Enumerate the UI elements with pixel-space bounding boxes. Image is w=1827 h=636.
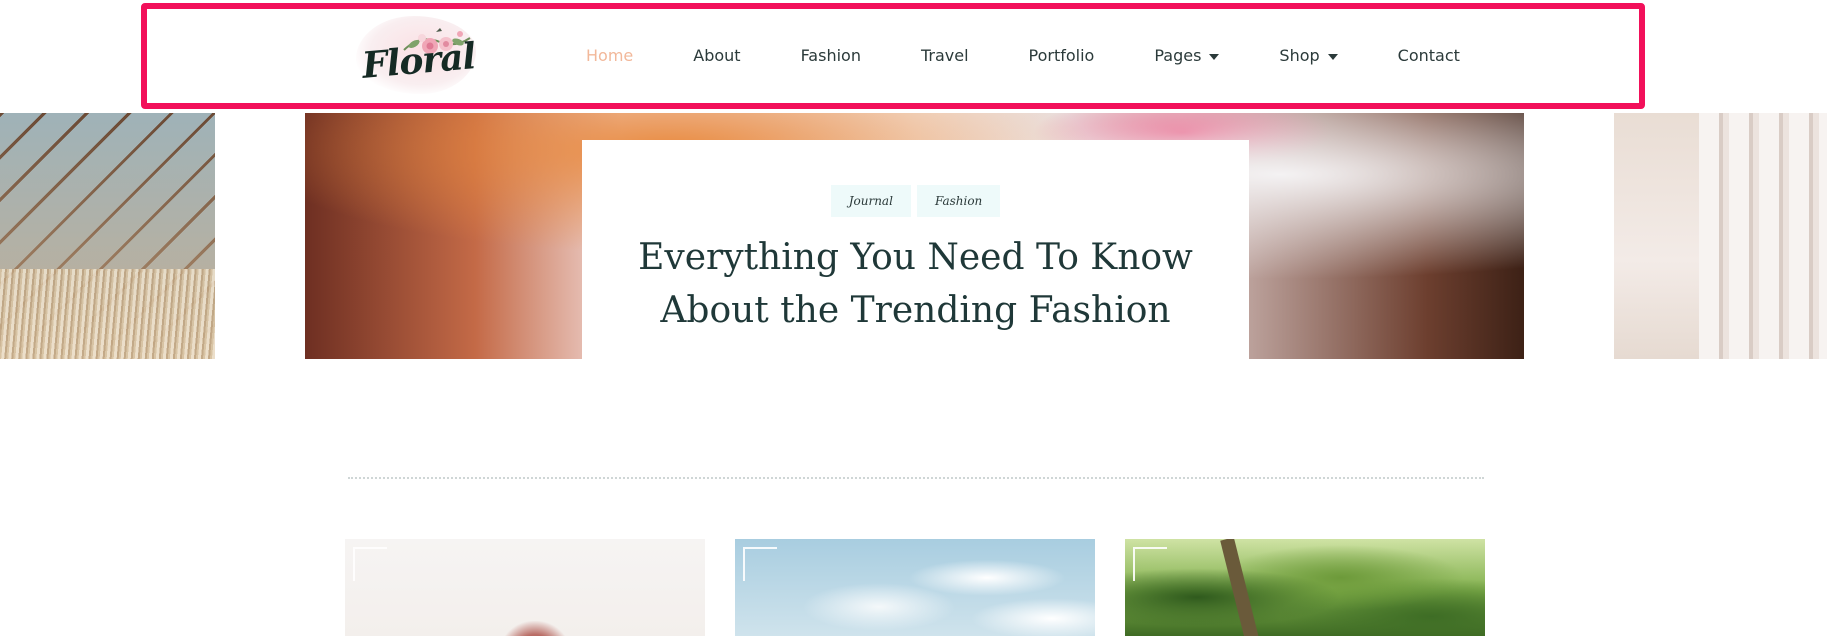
- nav-contact[interactable]: Contact: [1398, 46, 1460, 65]
- nav-home[interactable]: Home: [586, 46, 633, 65]
- nav-about-label: About: [693, 45, 741, 65]
- main-nav: Home About Fashion Travel Portfolio Page…: [586, 42, 1460, 68]
- palm-trunk-detail: [1220, 539, 1263, 636]
- hero-post-card: Journal Fashion Everything You Need To K…: [582, 140, 1249, 359]
- person-image-detail: [500, 621, 570, 636]
- nav-contact-label: Contact: [1397, 45, 1460, 65]
- site-header: Floral Home About Fashion Travel Portfol…: [0, 0, 1827, 113]
- post-card-image-2[interactable]: [735, 539, 1095, 636]
- nav-about[interactable]: About: [693, 46, 740, 65]
- nav-fashion[interactable]: Fashion: [801, 46, 861, 65]
- dotted-divider: [348, 477, 1484, 479]
- hero-slide-previous[interactable]: [0, 113, 215, 359]
- nav-shop[interactable]: Shop: [1279, 45, 1338, 65]
- chevron-down-icon: [1327, 53, 1338, 60]
- site-logo[interactable]: Floral: [352, 10, 482, 100]
- nav-travel-label: Travel: [920, 45, 969, 65]
- corner-frame-icon: [743, 547, 777, 581]
- tag-journal[interactable]: Journal: [830, 185, 911, 217]
- post-card-image-3[interactable]: [1125, 539, 1485, 636]
- nav-home-label: Home: [586, 45, 634, 65]
- nav-pages[interactable]: Pages: [1154, 45, 1220, 65]
- post-card-image-1[interactable]: [345, 539, 705, 636]
- corner-frame-icon: [353, 547, 387, 581]
- grass-image-detail: [0, 269, 215, 359]
- hero-post-title[interactable]: Everything You Need To Know About the Tr…: [636, 231, 1196, 337]
- nav-shop-label: Shop: [1279, 45, 1320, 65]
- tag-fashion[interactable]: Fashion: [916, 185, 1001, 217]
- nav-travel[interactable]: Travel: [921, 46, 969, 65]
- nav-fashion-label: Fashion: [800, 45, 861, 65]
- corner-frame-icon: [1133, 547, 1167, 581]
- nav-pages-label: Pages: [1154, 45, 1202, 65]
- nav-portfolio[interactable]: Portfolio: [1029, 46, 1095, 65]
- balustrade-image-detail: [1699, 113, 1827, 359]
- post-tags: Journal Fashion: [582, 185, 1249, 217]
- chevron-down-icon: [1209, 53, 1220, 60]
- hero-slide-next[interactable]: [1614, 113, 1827, 359]
- nav-portfolio-label: Portfolio: [1028, 45, 1095, 65]
